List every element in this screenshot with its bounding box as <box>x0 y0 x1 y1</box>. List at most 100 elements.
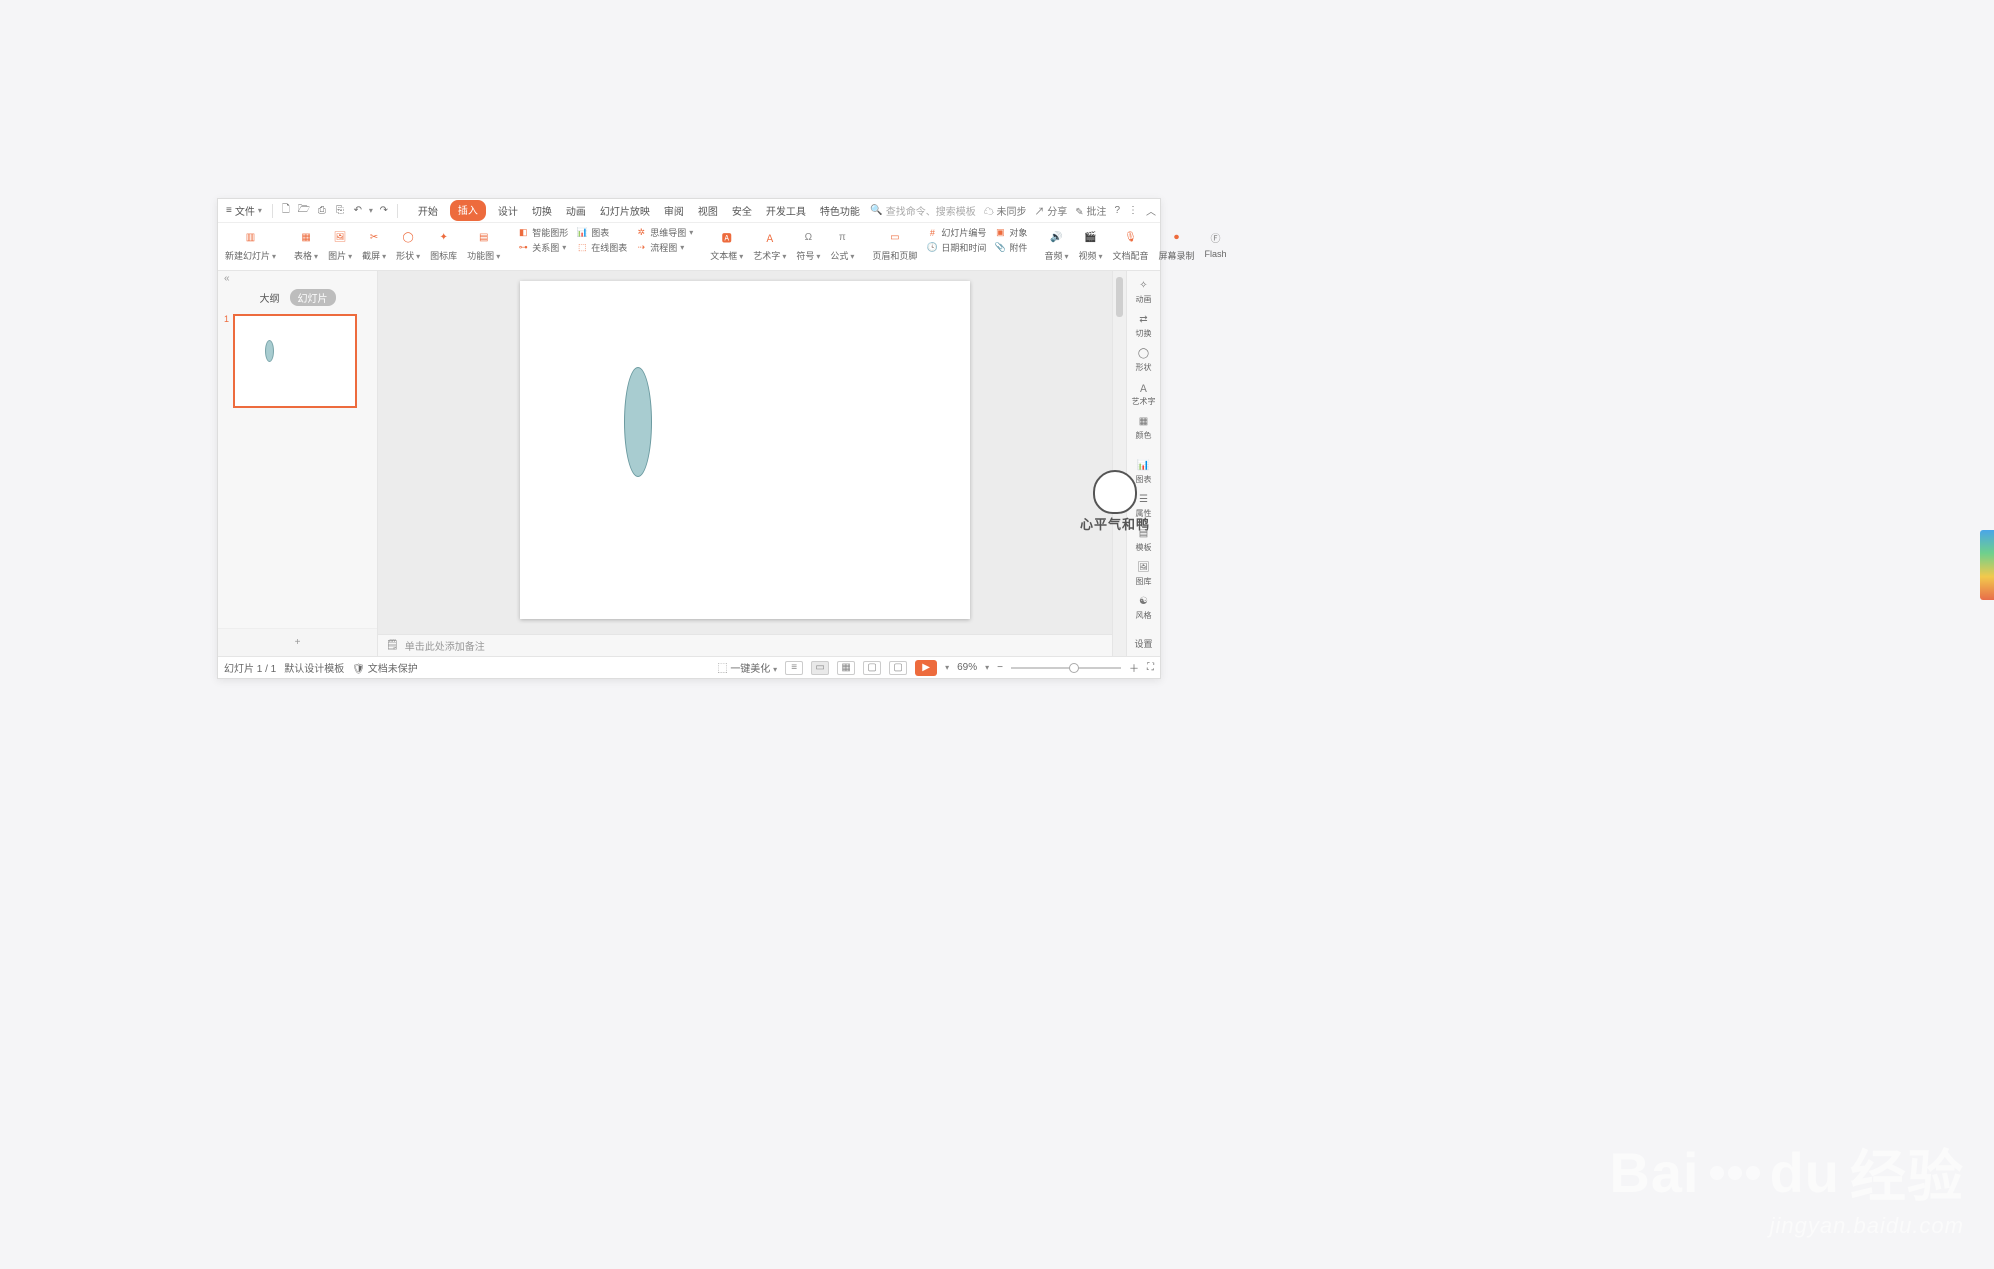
ribbon-shape[interactable]: ◯形状 <box>393 225 423 263</box>
zoom-slider-knob[interactable] <box>1069 663 1079 673</box>
panel-tab-outline[interactable]: 大纲 <box>260 290 280 305</box>
play-icon: ▶ <box>922 662 930 673</box>
ribbon-table[interactable]: ▦表格 <box>291 225 321 263</box>
panel-collapse-icon[interactable]: « <box>218 271 377 285</box>
dock-settings[interactable]: 设置 <box>1134 637 1152 654</box>
ribbon-audio[interactable]: 🔊音频 <box>1041 225 1071 263</box>
dock-shape[interactable]: ◯形状 <box>1136 345 1152 373</box>
dock-wordart[interactable]: Ａ艺术字 <box>1132 379 1156 407</box>
undo-icon[interactable]: ↶ <box>351 204 365 218</box>
collapse-ribbon-icon[interactable]: ︿ <box>1146 203 1156 218</box>
ribbon-function-chart[interactable]: ▤功能图 <box>464 225 503 263</box>
dock-property[interactable]: ☰属性 <box>1136 491 1152 519</box>
ribbon-picture[interactable]: 🖼图片 <box>325 225 355 263</box>
fit-screen-icon[interactable]: ⛶ <box>1147 662 1154 673</box>
save-icon[interactable]: ⎘ <box>333 204 347 218</box>
ribbon-doc-voice[interactable]: 🎙文档配音 <box>1110 225 1152 263</box>
baidu-url: jingyan.baidu.com <box>1609 1213 1964 1239</box>
dock-transition[interactable]: ⇄切换 <box>1136 311 1152 339</box>
ribbon-header-footer[interactable]: ▭页眉和页脚 <box>869 225 920 263</box>
panel-tab-slides[interactable]: 幻灯片 <box>290 289 336 306</box>
vertical-scrollbar[interactable] <box>1112 271 1126 656</box>
ribbon-slide-number[interactable]: #幻灯片编号 <box>926 226 986 239</box>
view-present-icon[interactable]: ▢ <box>889 661 907 675</box>
ribbon-screen-record[interactable]: ⏺屏幕录制 <box>1156 225 1198 263</box>
tab-start[interactable]: 开始 <box>416 200 440 221</box>
play-button[interactable]: ▶ <box>915 660 937 676</box>
search-box[interactable]: 🔍 查找命令、搜索模板 <box>870 203 975 218</box>
online-chart-icon: ⬚ <box>576 242 588 254</box>
canvas-viewport[interactable] <box>378 271 1112 634</box>
view-outline-icon[interactable]: ≡ <box>785 661 803 675</box>
tab-view[interactable]: 视图 <box>696 200 720 221</box>
ribbon-flash[interactable]: ⒻFlash <box>1202 225 1230 260</box>
tab-review[interactable]: 审阅 <box>662 200 686 221</box>
tab-insert[interactable]: 插入 <box>450 200 486 221</box>
more-icon[interactable]: ⋮ <box>1128 205 1138 216</box>
ribbon-attachment[interactable]: 📎附件 <box>994 241 1027 254</box>
undo-dropdown[interactable]: ▾ <box>369 206 373 215</box>
scrollbar-thumb[interactable] <box>1116 277 1123 317</box>
ribbon-datetime[interactable]: 🕓日期和时间 <box>926 241 986 254</box>
ribbon-chart[interactable]: 📊图表 <box>576 226 627 239</box>
status-protect[interactable]: 🛡 文档未保护 <box>352 660 417 675</box>
ribbon-symbol[interactable]: Ω符号 <box>793 225 823 263</box>
dock-style[interactable]: ☯风格 <box>1136 593 1152 621</box>
dock-chart[interactable]: 📊图表 <box>1136 457 1152 485</box>
ribbon-screenshot[interactable]: ✂截屏 <box>359 225 389 263</box>
ribbon-new-slide[interactable]: ▥ 新建幻灯片 <box>222 225 279 263</box>
ribbon-relation[interactable]: ⊶关系图▾ <box>517 241 568 254</box>
new-icon[interactable]: 🗋 <box>279 204 293 218</box>
status-beautify[interactable]: ⬚ 一键美化 ▾ <box>718 660 778 675</box>
zoom-value[interactable]: 69% <box>957 662 977 673</box>
share-button[interactable]: ↗ 分享 <box>1034 203 1067 218</box>
ribbon-smart-graphic[interactable]: ◧智能图形 <box>517 226 568 239</box>
attachment-label: 附件 <box>1009 241 1027 254</box>
tab-transition[interactable]: 切换 <box>530 200 554 221</box>
zoom-in-button[interactable]: ＋ <box>1129 660 1139 675</box>
ribbon-wordart[interactable]: Ａ艺术字 <box>750 225 789 263</box>
redo-icon[interactable]: ↷ <box>377 204 391 218</box>
tab-devtools[interactable]: 开发工具 <box>764 200 808 221</box>
ribbon-flowchart[interactable]: ⇢流程图▾ <box>635 241 693 254</box>
transition-icon: ⇄ <box>1136 311 1152 327</box>
zoom-out-button[interactable]: − <box>997 662 1003 673</box>
add-slide-button[interactable]: + <box>218 628 377 656</box>
dock-animation[interactable]: ✧动画 <box>1136 277 1152 305</box>
file-menu[interactable]: ≡ 文件 ▾ <box>222 201 266 220</box>
annotate-button[interactable]: ✎ 批注 <box>1075 203 1106 218</box>
ribbon-video[interactable]: 🎬视频 <box>1075 225 1105 263</box>
notes-icon: 🗒 <box>386 640 399 651</box>
ribbon-textbox[interactable]: 🅰文本框 <box>707 225 746 263</box>
play-dropdown-icon[interactable]: ▾ <box>945 663 949 672</box>
ellipse-shape[interactable] <box>624 367 652 477</box>
tab-slideshow[interactable]: 幻灯片放映 <box>598 200 652 221</box>
tab-security[interactable]: 安全 <box>730 200 754 221</box>
dock-gallery[interactable]: 🖼图库 <box>1136 559 1152 587</box>
ribbon-object[interactable]: ▣对象 <box>994 226 1027 239</box>
zoom-slider[interactable] <box>1011 667 1121 669</box>
tab-special[interactable]: 特色功能 <box>818 200 862 221</box>
dock-template[interactable]: ▤模板 <box>1136 525 1152 553</box>
view-reading-icon[interactable]: ▢ <box>863 661 881 675</box>
notes-bar[interactable]: 🗒 单击此处添加备注 <box>378 634 1112 656</box>
thumbnail-number: 1 <box>224 314 229 408</box>
slide-thumbnail[interactable] <box>233 314 357 408</box>
slide[interactable] <box>520 281 970 619</box>
help-icon[interactable]: ? <box>1114 205 1120 216</box>
open-icon[interactable]: 🗁 <box>297 204 311 218</box>
ribbon-icons[interactable]: ✦图标库 <box>427 225 460 263</box>
view-normal-icon[interactable]: ▭ <box>811 661 829 675</box>
status-template[interactable]: 默认设计模板 <box>284 660 344 675</box>
view-sorter-icon[interactable]: ▦ <box>837 661 855 675</box>
dock-style-label: 风格 <box>1136 610 1152 621</box>
tab-animation[interactable]: 动画 <box>564 200 588 221</box>
ribbon-online-chart[interactable]: ⬚在线图表 <box>576 241 627 254</box>
ribbon-formula[interactable]: π公式 <box>827 225 857 263</box>
zoom-dropdown-icon[interactable]: ▾ <box>985 663 989 672</box>
cloud-unsynced[interactable]: ☁ 未同步 <box>984 203 1027 218</box>
tab-design[interactable]: 设计 <box>496 200 520 221</box>
dock-color[interactable]: ▦颜色 <box>1136 413 1152 441</box>
ribbon-mindmap[interactable]: ✲思维导图▾ <box>635 226 693 239</box>
print-icon[interactable]: ⎙ <box>315 204 329 218</box>
